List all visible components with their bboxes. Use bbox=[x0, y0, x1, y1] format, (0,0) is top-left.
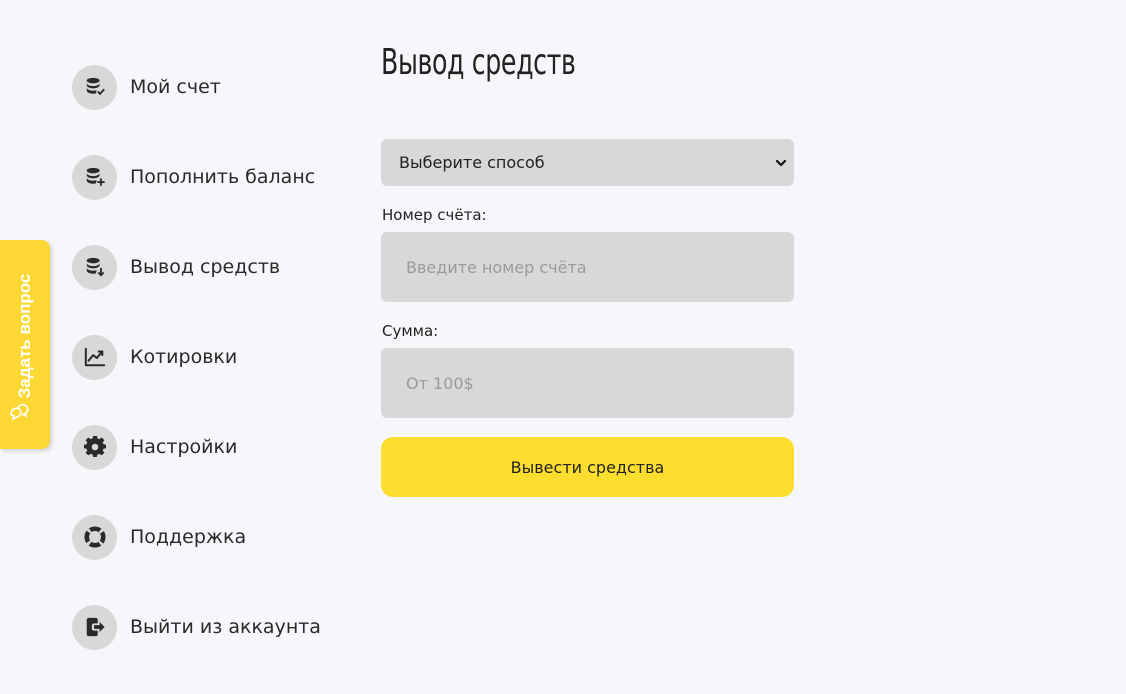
method-select-value: Выберите способ bbox=[399, 153, 545, 172]
sidebar-item-label: Котировки bbox=[130, 346, 238, 368]
ask-question-tab[interactable]: Задать вопрос bbox=[0, 240, 50, 449]
sidebar-nav: Мой счет Пополнить баланс Вывод средств bbox=[72, 64, 321, 694]
sidebar-item-label: Мой счет bbox=[130, 76, 221, 98]
amount-label: Сумма: bbox=[382, 322, 439, 340]
account-number-placeholder: Введите номер счёта bbox=[406, 257, 587, 277]
coins-plus-icon bbox=[86, 167, 105, 186]
coins-check-icon bbox=[86, 77, 105, 96]
sidebar-item-settings[interactable]: Настройки bbox=[72, 424, 321, 470]
coins-download-icon bbox=[86, 257, 104, 277]
sidebar-item-top-up[interactable]: Пополнить баланс bbox=[72, 154, 321, 200]
sidebar-item-label: Настройки bbox=[130, 436, 238, 458]
method-select[interactable]: Выберите способ bbox=[381, 139, 794, 186]
account-number-input[interactable]: Введите номер счёта bbox=[381, 232, 794, 302]
sidebar-item-withdraw[interactable]: Вывод средств bbox=[72, 244, 321, 290]
sidebar-item-label: Поддержка bbox=[130, 526, 247, 548]
page-title: Вывод средств bbox=[381, 42, 576, 83]
sidebar-item-label: Вывод средств bbox=[130, 256, 281, 278]
sidebar-item-label: Выйти из аккаунта bbox=[130, 616, 321, 638]
sidebar-item-support[interactable]: Поддержка bbox=[72, 514, 321, 560]
chat-bubbles-icon bbox=[10, 404, 29, 421]
gear-icon bbox=[83, 436, 106, 458]
chart-line-icon bbox=[84, 347, 105, 367]
chevron-down-icon bbox=[775, 159, 787, 166]
logout-icon bbox=[86, 617, 105, 637]
sidebar-item-my-account[interactable]: Мой счет bbox=[72, 64, 321, 110]
amount-input[interactable]: От 100$ bbox=[381, 348, 794, 418]
withdraw-button[interactable]: Вывести средства bbox=[381, 437, 794, 497]
sidebar-item-quotes[interactable]: Котировки bbox=[72, 334, 321, 380]
sidebar-item-label: Пополнить баланс bbox=[130, 166, 316, 188]
sidebar-item-logout[interactable]: Выйти из аккаунта bbox=[72, 604, 321, 650]
account-number-label: Номер счёта: bbox=[382, 206, 487, 224]
ask-question-label: Задать вопрос bbox=[15, 273, 34, 399]
withdraw-form: Выберите способ Номер счёта: Введите ном… bbox=[381, 139, 794, 497]
amount-placeholder: От 100$ bbox=[406, 373, 474, 393]
lifebuoy-icon bbox=[83, 526, 106, 548]
